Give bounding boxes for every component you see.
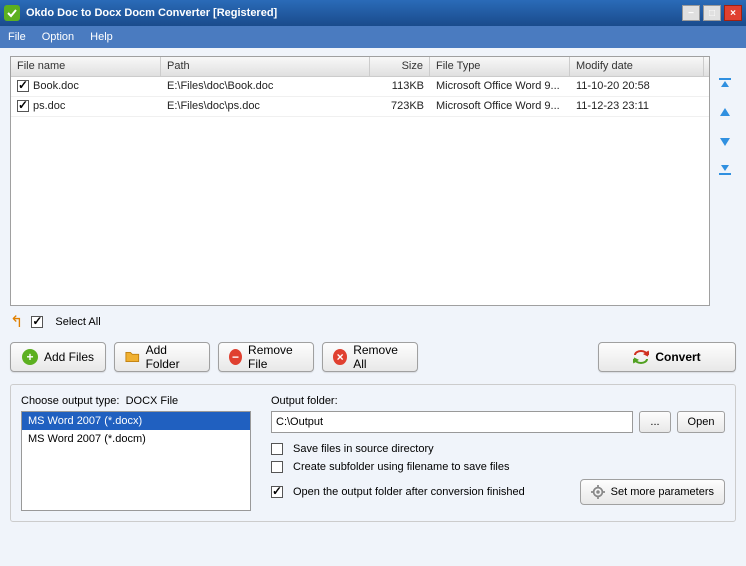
add-files-button[interactable]: + Add Files [10,342,106,372]
open-after-checkbox[interactable] [271,486,283,498]
browse-button[interactable]: ... [639,411,671,433]
header-filetype[interactable]: File Type [430,57,570,76]
open-folder-button[interactable]: Open [677,411,725,433]
folder-icon [125,349,140,365]
settings-panel: Choose output type: DOCX File MS Word 20… [10,384,736,522]
cell-type: Microsoft Office Word 9... [430,97,570,116]
remove-file-button[interactable]: − Remove File [218,342,314,372]
header-filename[interactable]: File name [11,57,161,76]
output-type-list[interactable]: MS Word 2007 (*.docx) MS Word 2007 (*.do… [21,411,251,511]
remove-all-button[interactable]: × Remove All [322,342,418,372]
cell-size: 723KB [370,97,430,116]
cell-date: 11-12-23 23:11 [570,97,704,116]
save-in-source-label: Save files in source directory [293,443,434,455]
header-modifydate[interactable]: Modify date [570,57,704,76]
app-icon [4,5,20,21]
output-folder-input[interactable] [271,411,633,433]
x-icon: × [333,349,347,365]
plus-icon: + [22,349,38,365]
cell-type: Microsoft Office Word 9... [430,77,570,96]
create-subfolder-checkbox[interactable] [271,461,283,473]
file-grid[interactable]: File name Path Size File Type Modify dat… [10,56,710,306]
grid-header: File name Path Size File Type Modify dat… [11,57,709,77]
content-area: File name Path Size File Type Modify dat… [0,48,746,566]
header-path[interactable]: Path [161,57,370,76]
create-subfolder-label: Create subfolder using filename to save … [293,461,509,473]
row-checkbox[interactable] [17,80,29,92]
save-in-source-checkbox[interactable] [271,443,283,455]
cell-name: ps.doc [33,100,65,112]
minimize-button[interactable]: − [682,5,700,21]
add-folder-button[interactable]: Add Folder [114,342,210,372]
output-folder-label: Output folder: [271,395,725,407]
maximize-button[interactable]: □ [703,5,721,21]
list-item[interactable]: MS Word 2007 (*.docm) [22,430,250,448]
header-size[interactable]: Size [370,57,430,76]
table-row[interactable]: ps.doc E:\Files\doc\ps.doc 723KB Microso… [11,97,709,117]
row-checkbox[interactable] [17,100,29,112]
menu-help[interactable]: Help [90,31,113,43]
convert-icon [633,349,649,365]
select-all-checkbox[interactable] [31,316,43,328]
menu-file[interactable]: File [8,31,26,43]
up-level-icon[interactable]: ↰ [10,312,23,332]
minus-icon: − [229,349,242,365]
cell-path: E:\Files\doc\Book.doc [161,77,370,96]
move-down-button[interactable] [716,132,734,150]
titlebar: Okdo Doc to Docx Docm Converter [Registe… [0,0,746,26]
move-top-button[interactable] [716,76,734,94]
cell-name: Book.doc [33,80,79,92]
output-type-label: Choose output type: DOCX File [21,395,251,407]
open-after-label: Open the output folder after conversion … [293,486,525,498]
close-button[interactable]: × [724,5,742,21]
menu-option[interactable]: Option [42,31,74,43]
set-more-parameters-button[interactable]: Set more parameters [580,479,725,505]
window-title: Okdo Doc to Docx Docm Converter [Registe… [26,7,682,19]
cell-path: E:\Files\doc\ps.doc [161,97,370,116]
reorder-panel [714,56,736,306]
menubar: File Option Help [0,26,746,48]
select-all-label: Select All [55,316,100,328]
gear-icon [591,485,605,499]
list-item[interactable]: MS Word 2007 (*.docx) [22,412,250,430]
move-bottom-button[interactable] [716,160,734,178]
cell-size: 113KB [370,77,430,96]
convert-button[interactable]: Convert [598,342,736,372]
table-row[interactable]: Book.doc E:\Files\doc\Book.doc 113KB Mic… [11,77,709,97]
cell-date: 11-10-20 20:58 [570,77,704,96]
move-up-button[interactable] [716,104,734,122]
